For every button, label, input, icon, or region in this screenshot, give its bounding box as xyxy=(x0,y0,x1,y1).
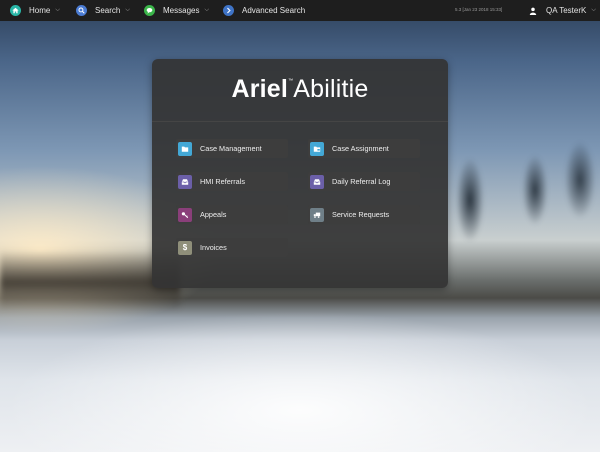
tile-label: Service Requests xyxy=(332,210,390,219)
home-icon xyxy=(10,5,21,16)
chevron-down-icon: ⌵ xyxy=(591,7,596,13)
chevron-right-icon xyxy=(223,5,234,16)
inbox-icon xyxy=(310,174,324,189)
tile-label: Case Assignment xyxy=(332,144,389,153)
user-icon xyxy=(528,5,538,16)
user-menu[interactable]: QA TesterK ⌵ xyxy=(528,0,596,21)
tile-label: HMI Referrals xyxy=(200,177,246,186)
tile-case-management[interactable]: Case Management xyxy=(176,139,288,158)
version-text: 5.3 [Jan 23 2018 15:33] xyxy=(455,7,503,12)
truck-icon xyxy=(310,207,324,222)
main-menu-panel: Ariel™Abilitie Case Management Case Assi… xyxy=(152,59,448,288)
user-name: QA TesterK xyxy=(546,6,587,15)
logo-bold: Ariel xyxy=(231,75,289,103)
tile-invoices[interactable]: $ Invoices xyxy=(176,238,288,257)
logo-trademark: ™ xyxy=(288,78,294,84)
tile-hmi-referrals[interactable]: HMI Referrals xyxy=(176,172,288,191)
inbox-icon xyxy=(178,174,192,189)
background-trees xyxy=(440,110,600,260)
tile-daily-referral-log[interactable]: Daily Referral Log xyxy=(308,172,420,191)
tile-label: Daily Referral Log xyxy=(332,177,391,186)
chevron-down-icon: ⌵ xyxy=(204,7,210,13)
nav-search[interactable]: Search ⌵ xyxy=(76,0,130,21)
nav-advanced-search[interactable]: Advanced Search xyxy=(223,0,305,21)
nav-search-label: Search xyxy=(95,6,121,15)
dollar-icon: $ xyxy=(178,240,192,255)
key-icon xyxy=(178,207,192,222)
search-icon xyxy=(76,5,87,16)
logo-thin: Abilitie xyxy=(293,75,369,103)
chat-icon xyxy=(144,5,155,16)
tile-service-requests[interactable]: Service Requests xyxy=(308,205,420,224)
tile-label: Case Management xyxy=(200,144,262,153)
tile-label: Invoices xyxy=(200,243,227,252)
chevron-down-icon: ⌵ xyxy=(55,7,60,13)
folder-icon xyxy=(178,141,192,156)
top-navbar: Home ⌵ Search ⌵ Messages ⌵ Advanced Sear… xyxy=(0,0,600,21)
nav-home[interactable]: Home ⌵ xyxy=(10,0,60,21)
chevron-down-icon: ⌵ xyxy=(125,7,130,13)
tile-label: Appeals xyxy=(200,210,227,219)
tile-case-assignment[interactable]: Case Assignment xyxy=(308,139,420,158)
nav-advanced-label: Advanced Search xyxy=(242,6,306,15)
nav-messages-label: Messages xyxy=(163,6,200,15)
nav-messages[interactable]: Messages ⌵ xyxy=(144,0,209,21)
nav-home-label: Home xyxy=(29,6,51,15)
folder-open-icon xyxy=(310,141,324,156)
tile-appeals[interactable]: Appeals xyxy=(176,205,288,224)
divider xyxy=(152,121,448,122)
app-logo: Ariel™Abilitie xyxy=(152,75,448,104)
